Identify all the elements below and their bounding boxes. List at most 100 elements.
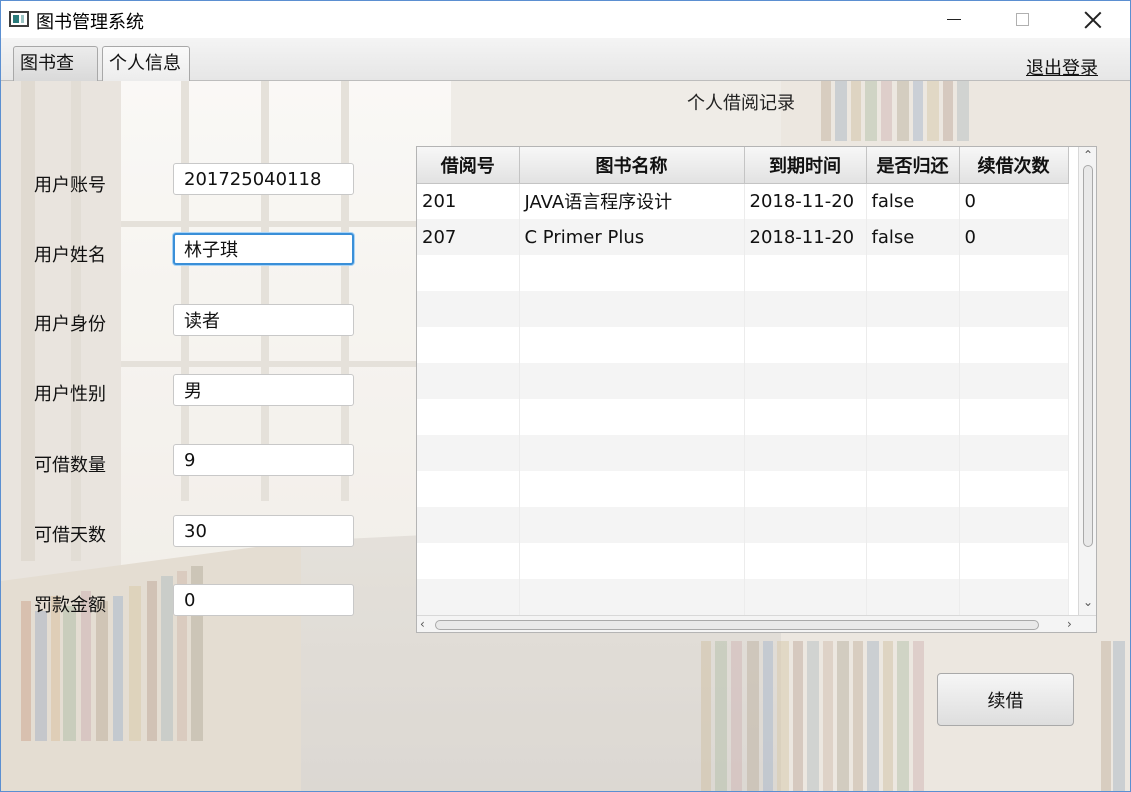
cell-due-date: 2018-11-20 <box>744 183 867 219</box>
empty-cell <box>866 579 960 615</box>
empty-cell <box>959 255 1069 291</box>
tab-book-search[interactable]: 图书查询 <box>13 46 98 107</box>
empty-cell <box>519 399 745 435</box>
scroll-up-icon[interactable]: ⌃ <box>1083 148 1093 162</box>
column-header-borrow-id[interactable]: 借阅号 <box>417 147 520 184</box>
column-header-renew-count[interactable]: 续借次数 <box>959 147 1069 184</box>
column-header-book-title[interactable]: 图书名称 <box>519 147 745 184</box>
cell-renew-count: 0 <box>959 183 1069 219</box>
empty-cell <box>866 435 960 471</box>
minimize-button[interactable] <box>931 1 977 38</box>
borrow-quota-label: 可借数量 <box>34 455 106 476</box>
empty-rows <box>417 255 1069 615</box>
empty-cell <box>744 471 867 507</box>
horizontal-scrollbar[interactable]: ‹ › <box>417 615 1096 632</box>
empty-cell <box>744 399 867 435</box>
empty-cell <box>417 327 520 363</box>
tab-personal-info[interactable]: 个人信息 <box>102 46 190 81</box>
fine-amount-field[interactable] <box>173 584 354 616</box>
personal-info-panel: 个人借阅记录 用户账号 用户姓名 用户身份 用户性别 可借数量 可借天数 罚款金… <box>1 81 1130 791</box>
gender-field[interactable] <box>173 374 354 406</box>
empty-cell <box>866 291 960 327</box>
empty-cell <box>519 255 745 291</box>
empty-table-row <box>417 327 1069 363</box>
title-bar: 图书管理系统 <box>1 1 1130 38</box>
borrow-quota-field[interactable] <box>173 444 354 476</box>
renew-button[interactable]: 续借 <box>937 673 1074 726</box>
empty-cell <box>744 327 867 363</box>
maximize-button[interactable] <box>999 1 1045 38</box>
empty-cell <box>866 363 960 399</box>
empty-cell <box>519 507 745 543</box>
cell-book-title: JAVA语言程序设计 <box>519 183 745 219</box>
column-header-returned[interactable]: 是否归还 <box>866 147 960 184</box>
empty-cell <box>959 471 1069 507</box>
horizontal-scroll-thumb[interactable] <box>435 620 1039 630</box>
empty-cell <box>519 291 745 327</box>
empty-cell <box>744 579 867 615</box>
empty-cell <box>744 435 867 471</box>
empty-cell <box>959 507 1069 543</box>
vertical-scroll-thumb[interactable] <box>1083 165 1093 547</box>
account-label: 用户账号 <box>34 175 106 196</box>
cell-renew-count: 0 <box>959 219 1069 255</box>
maximize-icon <box>1015 13 1029 26</box>
borrow-days-label: 可借天数 <box>34 525 106 546</box>
name-label: 用户姓名 <box>34 245 106 266</box>
table-row[interactable]: 207 C Primer Plus 2018-11-20 false 0 <box>417 219 1069 255</box>
table-row[interactable]: 201 JAVA语言程序设计 2018-11-20 false 0 <box>417 183 1069 219</box>
empty-table-row <box>417 507 1069 543</box>
app-icon <box>9 11 29 27</box>
gender-label: 用户性别 <box>34 384 106 405</box>
empty-cell <box>866 543 960 579</box>
fine-amount-label: 罚款金额 <box>34 595 106 616</box>
empty-cell <box>417 399 520 435</box>
empty-cell <box>866 327 960 363</box>
empty-table-row <box>417 363 1069 399</box>
empty-cell <box>744 543 867 579</box>
empty-cell <box>744 363 867 399</box>
empty-cell <box>959 327 1069 363</box>
empty-cell <box>866 507 960 543</box>
role-field[interactable] <box>173 304 354 336</box>
logout-link[interactable]: 退出登录 <box>1026 54 1098 80</box>
borrow-records-title: 个人借阅记录 <box>687 93 795 114</box>
account-field[interactable] <box>173 163 354 195</box>
empty-cell <box>866 399 960 435</box>
empty-cell <box>519 579 745 615</box>
scroll-left-icon[interactable]: ‹ <box>420 617 425 631</box>
empty-table-row <box>417 471 1069 507</box>
empty-table-row <box>417 435 1069 471</box>
empty-table-row <box>417 543 1069 579</box>
empty-table-row <box>417 291 1069 327</box>
empty-cell <box>959 399 1069 435</box>
cell-borrow-id: 207 <box>417 219 520 255</box>
empty-cell <box>866 471 960 507</box>
column-header-due-date[interactable]: 到期时间 <box>744 147 867 184</box>
borrow-days-field[interactable] <box>173 515 354 547</box>
role-label: 用户身份 <box>34 314 106 335</box>
table-header-row: 借阅号 图书名称 到期时间 是否归还 续借次数 <box>417 147 1069 184</box>
tab-bar: 图书查询 个人信息 退出登录 <box>1 38 1130 107</box>
empty-table-row <box>417 255 1069 291</box>
empty-cell <box>959 291 1069 327</box>
app-window: 图书管理系统 图书查询 个人信息 退出登录 <box>0 0 1131 792</box>
scroll-right-icon[interactable]: › <box>1067 617 1072 631</box>
close-button[interactable] <box>1070 1 1116 38</box>
vertical-scrollbar[interactable]: ⌃ ⌄ <box>1078 147 1096 615</box>
empty-cell <box>519 543 745 579</box>
empty-cell <box>959 579 1069 615</box>
cell-due-date: 2018-11-20 <box>744 219 867 255</box>
empty-cell <box>959 543 1069 579</box>
empty-cell <box>417 255 520 291</box>
name-field[interactable] <box>173 233 354 265</box>
empty-table-row <box>417 579 1069 615</box>
empty-table-row <box>417 399 1069 435</box>
borrow-records-table[interactable]: 借阅号 图书名称 到期时间 是否归还 续借次数 201 JAVA语言程序设计 2… <box>416 146 1097 633</box>
empty-cell <box>744 507 867 543</box>
scroll-down-icon[interactable]: ⌄ <box>1083 595 1093 609</box>
empty-cell <box>519 471 745 507</box>
empty-cell <box>417 579 520 615</box>
empty-cell <box>866 255 960 291</box>
empty-cell <box>417 471 520 507</box>
